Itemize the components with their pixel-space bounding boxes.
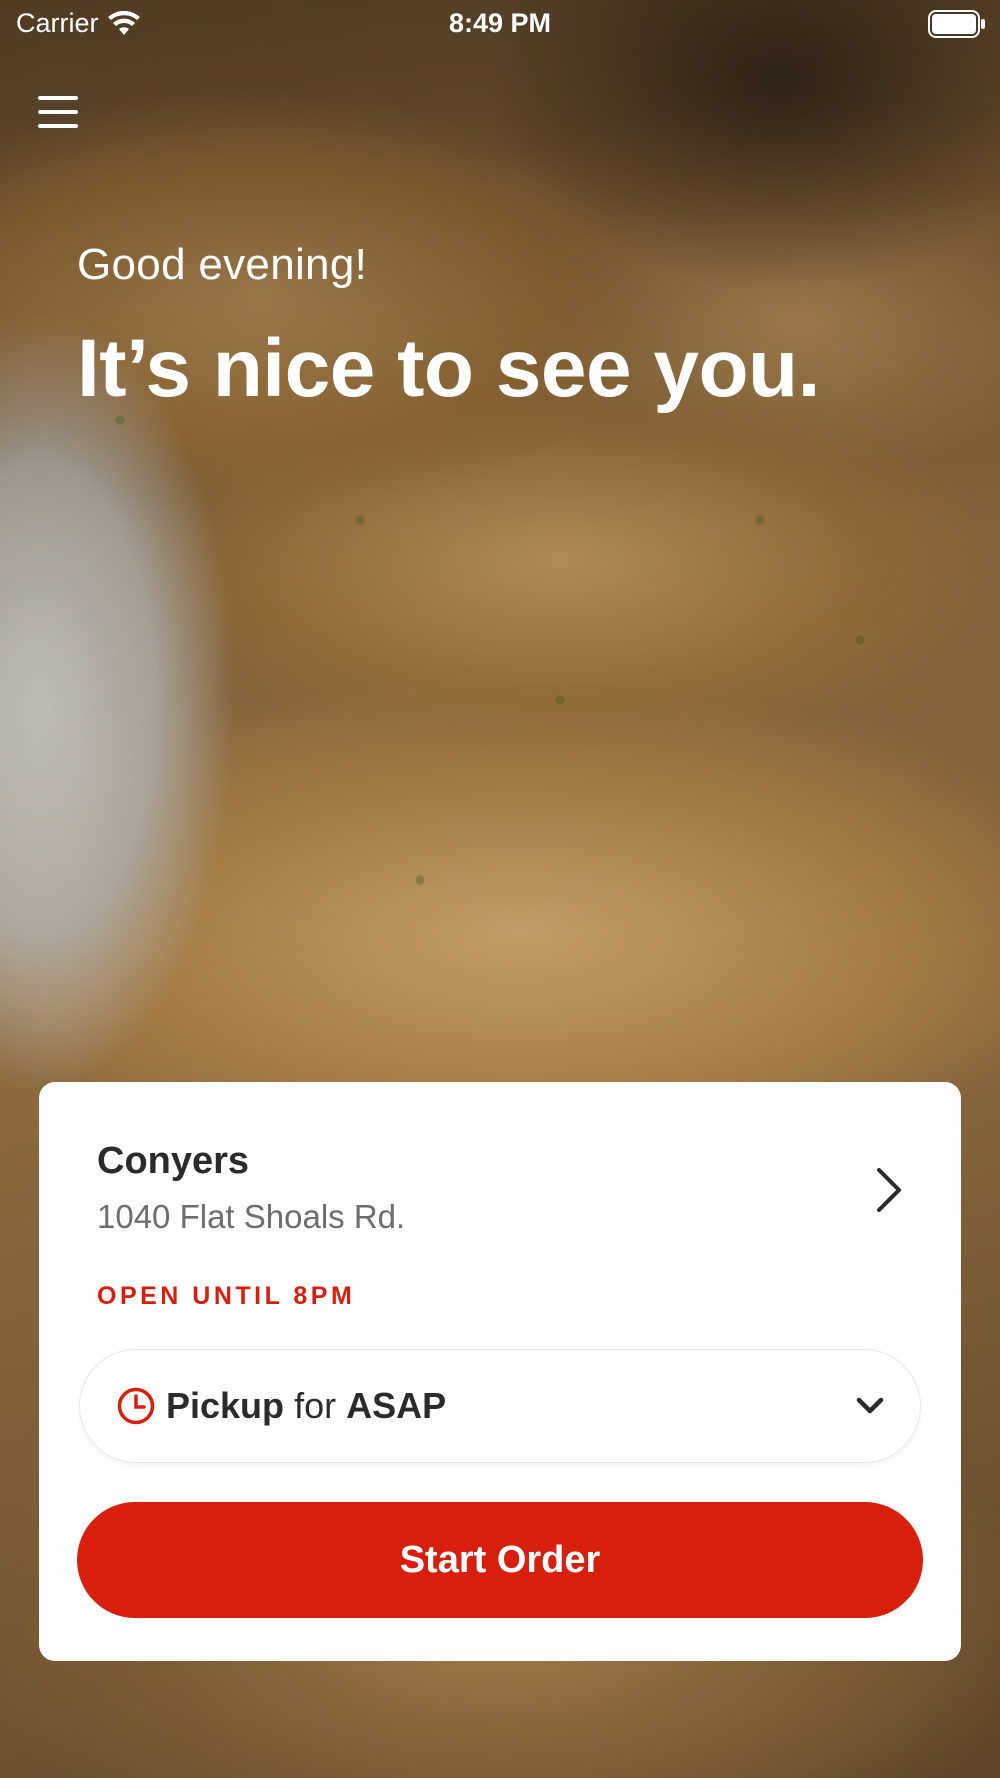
status-time: 8:49 PM bbox=[448, 8, 552, 38]
order-mode-selector[interactable]: Pickup for ASAP bbox=[79, 1349, 921, 1463]
clock-icon bbox=[117, 1387, 155, 1425]
battery-icon bbox=[928, 10, 985, 38]
hamburger-menu-icon[interactable] bbox=[38, 92, 78, 132]
status-bar: Carrier 8:49 PM bbox=[0, 0, 1000, 50]
order-mode-connector: for bbox=[294, 1385, 337, 1426]
start-order-button[interactable]: Start Order bbox=[77, 1502, 923, 1618]
chevron-right-icon[interactable] bbox=[873, 1166, 905, 1214]
headline-text: It’s nice to see you. bbox=[77, 323, 820, 414]
store-hours-badge: OPEN UNTIL 8PM bbox=[97, 1282, 356, 1310]
chevron-down-icon[interactable] bbox=[854, 1390, 886, 1422]
store-address[interactable]: 1040 Flat Shoals Rd. bbox=[97, 1198, 405, 1236]
store-name[interactable]: Conyers bbox=[97, 1140, 249, 1183]
order-mode-text: Pickup for ASAP bbox=[166, 1385, 446, 1427]
order-time-label: ASAP bbox=[346, 1385, 447, 1426]
greeting-text: Good evening! bbox=[77, 240, 368, 289]
order-mode-label: Pickup bbox=[166, 1385, 285, 1426]
location-card: Conyers 1040 Flat Shoals Rd. OPEN UNTIL … bbox=[39, 1082, 961, 1661]
